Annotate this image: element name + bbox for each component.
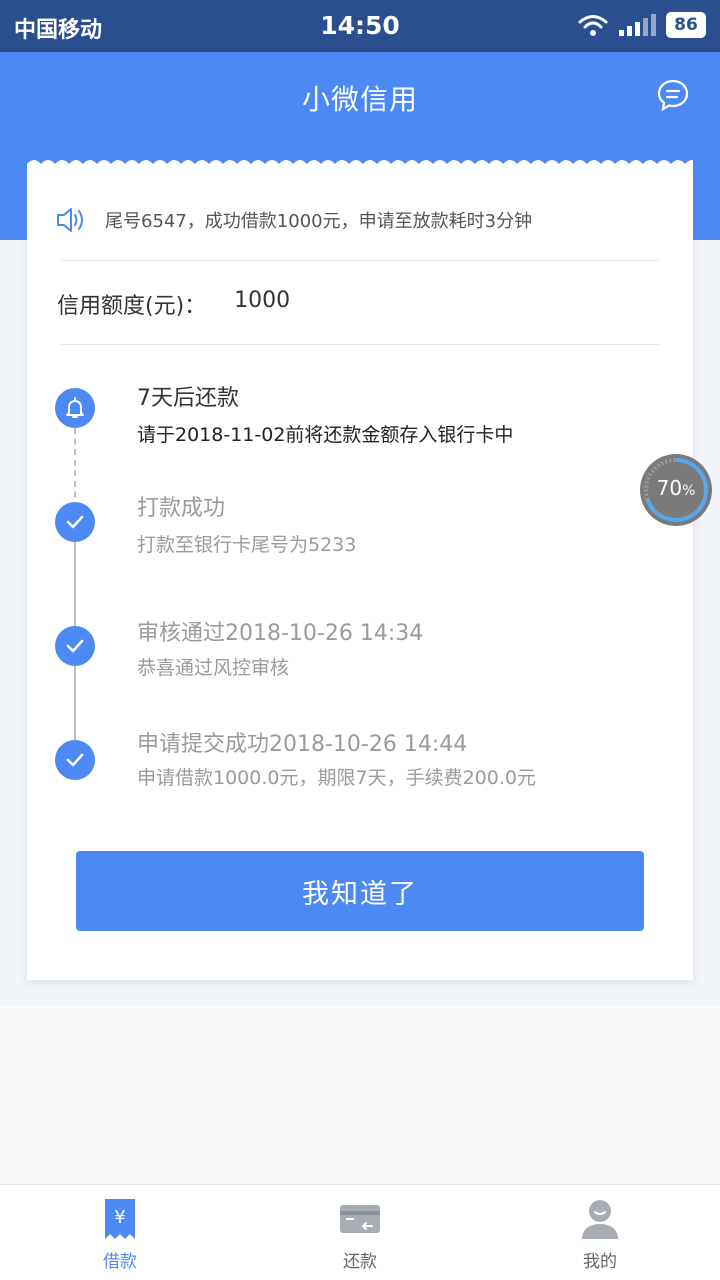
tab-label: 借款 bbox=[103, 1252, 137, 1272]
user-icon bbox=[582, 1200, 618, 1239]
timeline-connector-dashed bbox=[74, 428, 76, 508]
page-title: 小微信用 bbox=[301, 83, 418, 116]
divider bbox=[61, 260, 659, 261]
bell-icon bbox=[55, 388, 95, 428]
tab-mine[interactable]: 我的 bbox=[480, 1185, 720, 1280]
check-icon bbox=[55, 626, 95, 666]
svg-text:¥: ¥ bbox=[114, 1207, 125, 1228]
tab-label: 还款 bbox=[343, 1252, 377, 1272]
divider bbox=[61, 344, 659, 345]
ticket-edge bbox=[27, 160, 693, 168]
credit-label: 信用额度(元)： bbox=[57, 294, 207, 319]
credit-limit: 信用额度(元)： 1000 bbox=[57, 288, 290, 320]
signal-icon bbox=[619, 14, 656, 36]
loan-icon: ¥ bbox=[105, 1199, 135, 1239]
acknowledge-button[interactable]: 我知道了 bbox=[76, 851, 644, 931]
battery-indicator: 86 bbox=[666, 12, 706, 38]
timeline-step-subtitle: 恭喜通过风控审核 bbox=[137, 657, 290, 679]
bottom-tab-bar: ¥ 借款 还款 我的 bbox=[0, 1184, 720, 1280]
progress-bubble[interactable]: 70% bbox=[640, 454, 712, 526]
timeline-step-title: 7天后还款 bbox=[137, 386, 239, 411]
loan-status-card: 尾号6547，成功借款1000元，申请至放款耗时3分钟 信用额度(元)： 100… bbox=[27, 160, 693, 980]
timeline-step-subtitle: 打款至银行卡尾号为5233 bbox=[137, 534, 357, 556]
tab-loan[interactable]: ¥ 借款 bbox=[0, 1185, 240, 1280]
status-indicators: 86 bbox=[578, 12, 706, 38]
timeline-step-title: 申请提交成功2018-10-26 14:44 bbox=[137, 732, 468, 757]
timeline-step-subtitle: 申请借款1000.0元，期限7天，手续费200.0元 bbox=[137, 767, 536, 789]
notice-bar: 尾号6547，成功借款1000元，申请至放款耗时3分钟 bbox=[55, 204, 532, 236]
timeline-step-title: 审核通过2018-10-26 14:34 bbox=[137, 621, 424, 646]
speaker-icon bbox=[57, 208, 83, 232]
card-icon bbox=[340, 1205, 380, 1233]
notice-text: 尾号6547，成功借款1000元，申请至放款耗时3分钟 bbox=[105, 211, 533, 232]
wifi-icon bbox=[578, 15, 608, 36]
chat-bubble-icon bbox=[657, 79, 689, 112]
check-icon bbox=[55, 740, 95, 780]
message-button[interactable] bbox=[656, 78, 690, 112]
progress-value: 70% bbox=[656, 476, 696, 500]
tab-label: 我的 bbox=[583, 1252, 617, 1272]
timeline-step-subtitle: 请于2018-11-02前将还款金额存入银行卡中 bbox=[137, 424, 514, 446]
credit-value: 1000 bbox=[234, 288, 291, 313]
timeline-step-title: 打款成功 bbox=[137, 496, 226, 521]
tab-repay[interactable]: 还款 bbox=[240, 1185, 480, 1280]
check-icon bbox=[55, 502, 95, 542]
status-bar: 中国移动 14:50 86 bbox=[0, 0, 720, 52]
